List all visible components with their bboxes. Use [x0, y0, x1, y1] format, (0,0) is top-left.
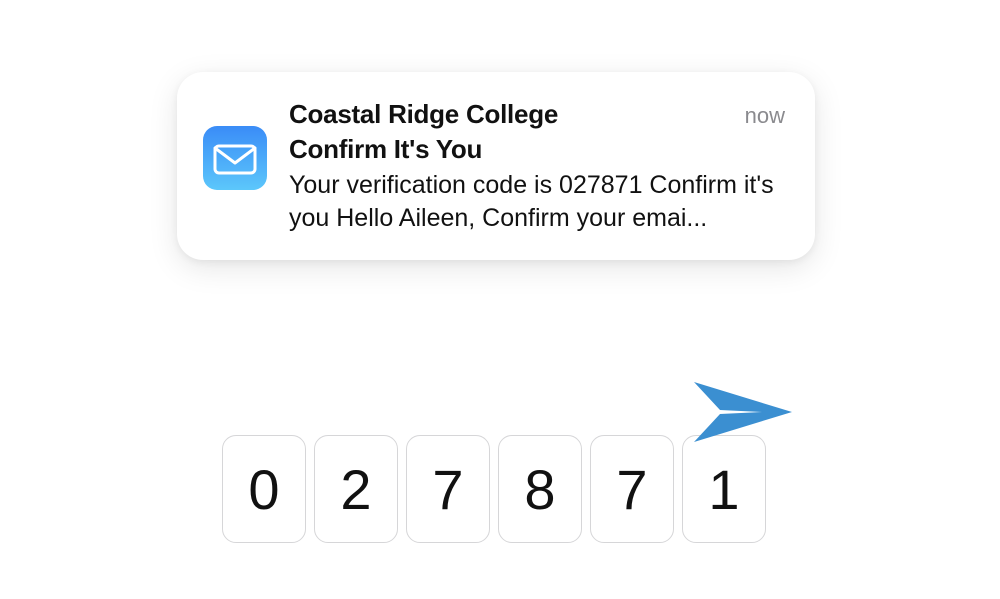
notification-subject: Confirm It's You [289, 133, 785, 166]
paper-plane-icon [692, 376, 796, 448]
verification-code-input[interactable]: 0 2 7 8 7 1 [222, 435, 766, 543]
notification-card[interactable]: Coastal Ridge College now Confirm It's Y… [177, 72, 815, 260]
code-digit[interactable]: 7 [406, 435, 490, 543]
code-digit[interactable]: 1 [682, 435, 766, 543]
mail-app-icon [203, 126, 267, 190]
notification-body: Your verification code is 027871 Confirm… [289, 169, 785, 234]
notification-header: Coastal Ridge College now [289, 98, 785, 131]
code-digit[interactable]: 2 [314, 435, 398, 543]
notification-sender: Coastal Ridge College [289, 98, 558, 131]
code-digit[interactable]: 8 [498, 435, 582, 543]
code-digit[interactable]: 0 [222, 435, 306, 543]
code-digit[interactable]: 7 [590, 435, 674, 543]
notification-time: now [745, 103, 785, 129]
notification-content: Coastal Ridge College now Confirm It's Y… [289, 98, 785, 234]
send-button[interactable] [692, 376, 796, 448]
